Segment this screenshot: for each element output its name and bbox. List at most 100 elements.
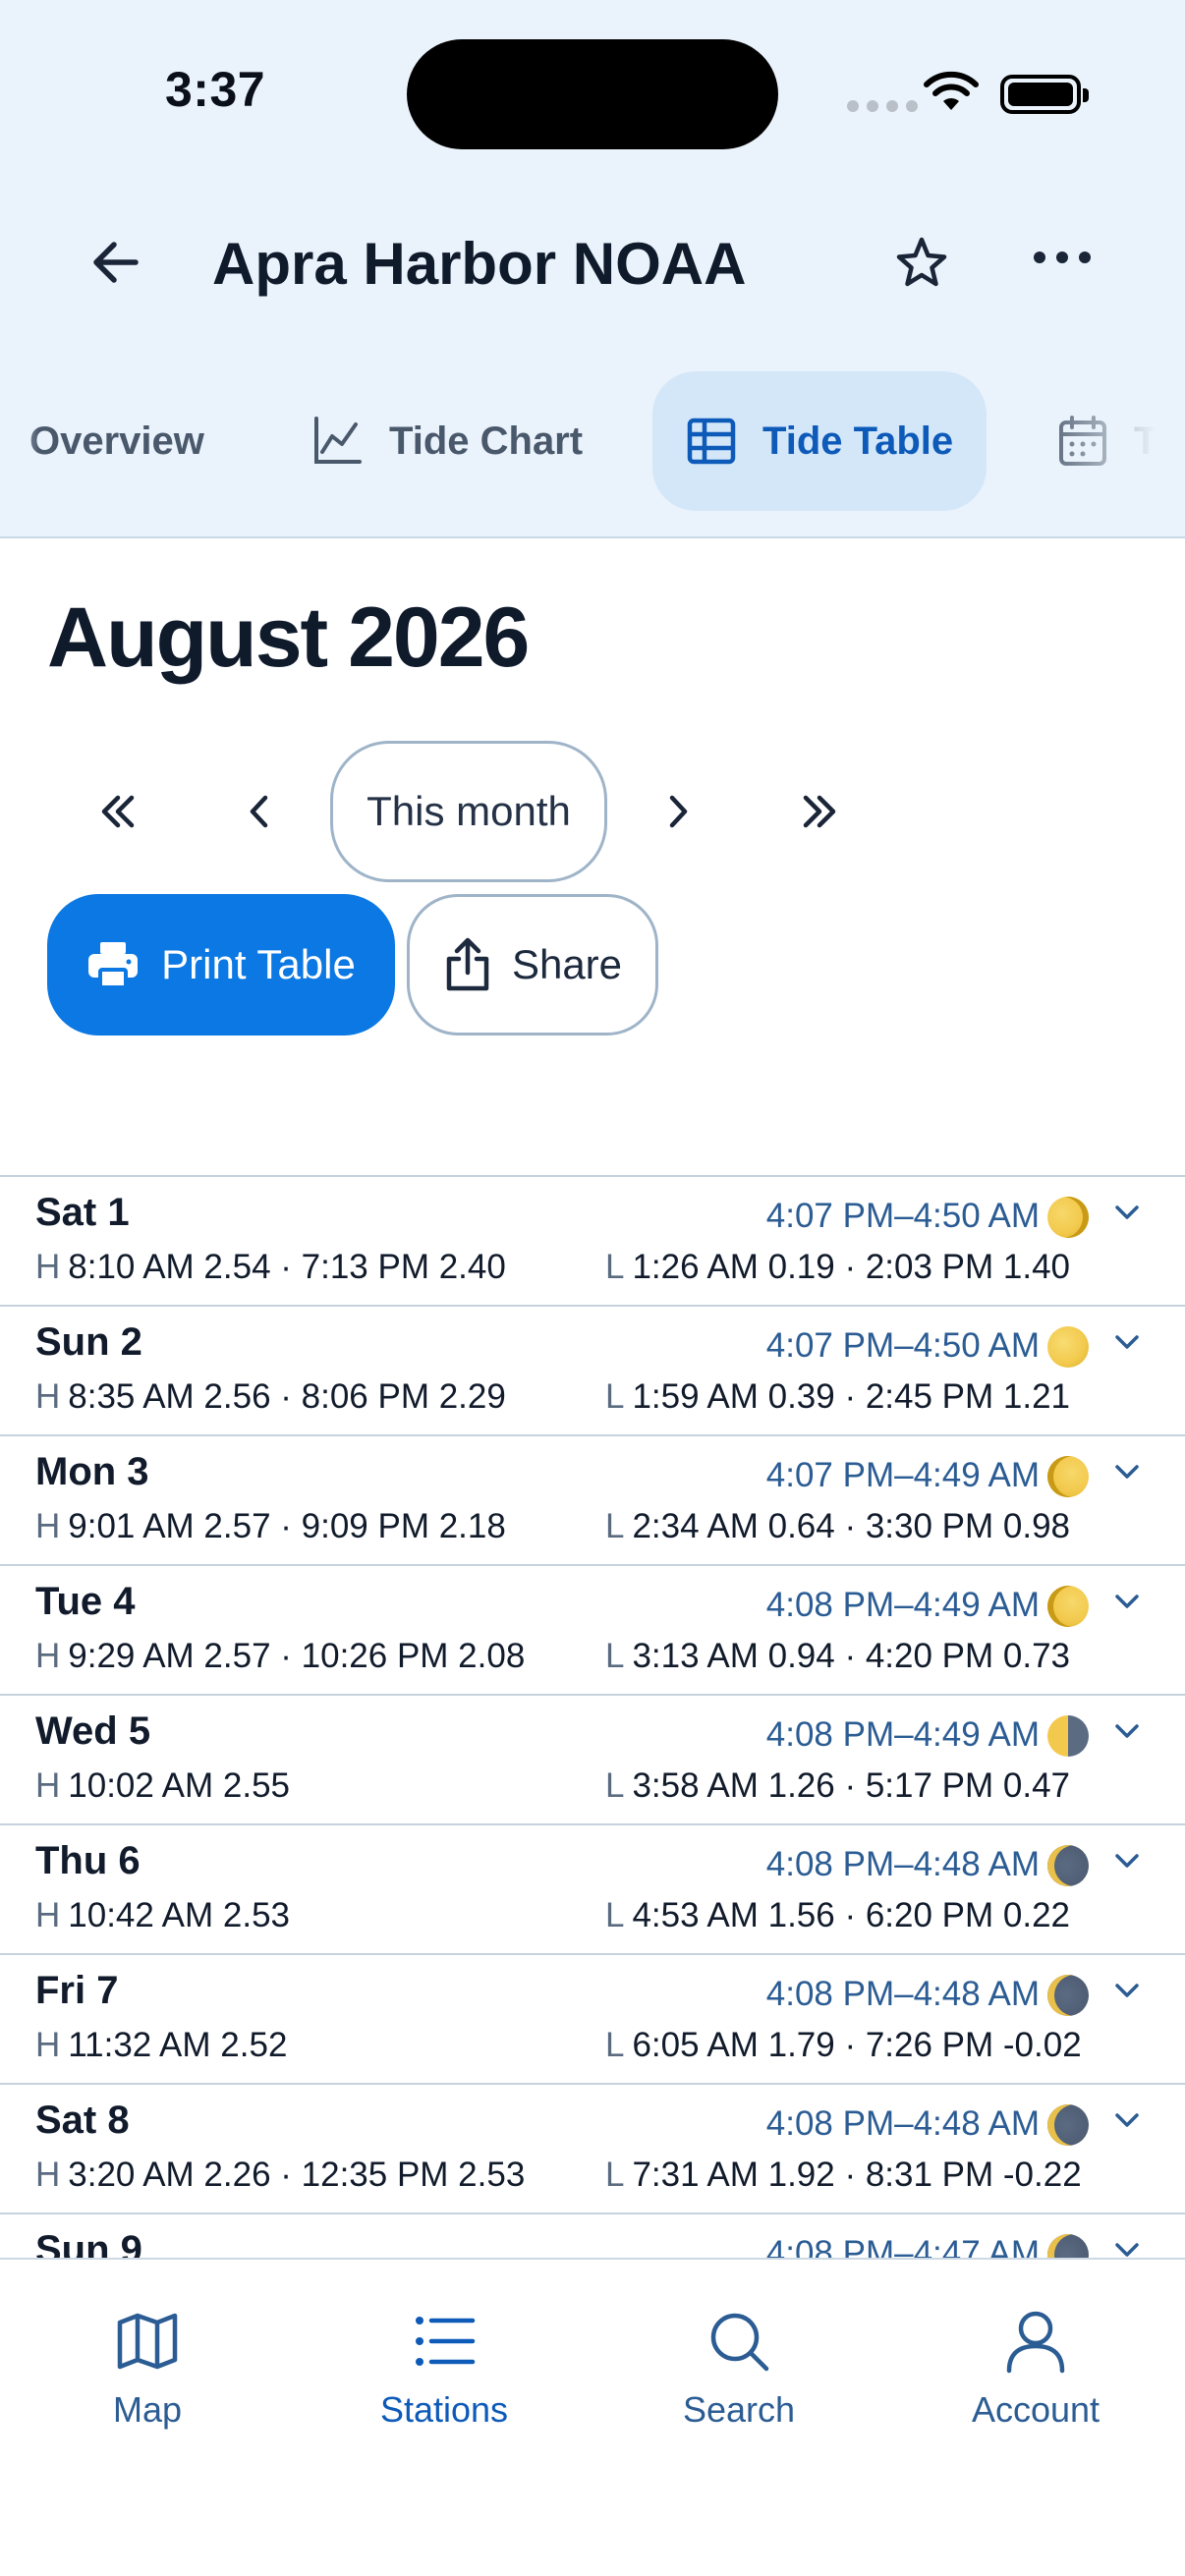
moon-phase-icon <box>1047 1197 1089 1238</box>
high-prefix: H <box>35 1507 61 1545</box>
map-icon <box>117 2313 178 2370</box>
tab-fade-left <box>0 371 39 511</box>
row-sun-times: 4:08 PM–4:48 AM <box>765 1975 1040 2013</box>
row-sun-times: 4:07 PM–4:50 AM <box>765 1326 1040 1365</box>
chevron-down-icon[interactable] <box>1112 1203 1142 1222</box>
print-table-button[interactable]: Print Table <box>47 894 395 1036</box>
low-values: 6:05 AM 1.79 · 7:26 PM -0.02 <box>632 2026 1082 2064</box>
high-values: 8:10 AM 2.54 · 7:13 PM 2.40 <box>68 1248 506 1286</box>
row-low-tides: L 2:34 AM 0.64 · 3:30 PM 0.98 <box>605 1507 1070 1546</box>
chevron-down-icon[interactable] <box>1112 1592 1142 1611</box>
table-row[interactable]: Tue 4 4:08 PM–4:49 AM H 9:29 AM 2.57 · 10:2… <box>0 1566 1185 1696</box>
high-prefix: H <box>35 2026 61 2064</box>
wifi-icon <box>924 71 979 110</box>
moon-phase-icon <box>1047 1975 1089 2016</box>
low-values: 3:13 AM 0.94 · 4:20 PM 0.73 <box>632 1637 1071 1675</box>
table-row[interactable]: Thu 6 4:08 PM–4:48 AM H 10:42 AM 2.53 L 4:53 … <box>0 1825 1185 1955</box>
table-row[interactable]: Mon 3 4:07 PM–4:49 AM H 9:01 AM 2.57 · 9:09… <box>0 1436 1185 1566</box>
nav-search[interactable]: Search <box>621 2309 857 2431</box>
low-prefix: L <box>605 1248 625 1286</box>
low-values: 3:58 AM 1.26 · 5:17 PM 0.47 <box>632 1766 1071 1805</box>
nav-account-label: Account <box>971 2389 1100 2430</box>
high-values: 11:32 AM 2.52 <box>68 2026 288 2064</box>
row-low-tides: L 3:13 AM 0.94 · 4:20 PM 0.73 <box>605 1637 1070 1676</box>
share-label: Share <box>511 941 623 987</box>
row-sun-times: 4:07 PM–4:50 AM <box>765 1197 1040 1235</box>
more-options-icon[interactable] <box>1034 252 1091 263</box>
month-title: August 2026 <box>47 590 530 685</box>
table-row[interactable]: Sun 2 4:07 PM–4:50 AM H 8:35 AM 2.56 · 8:06… <box>0 1307 1185 1436</box>
moon-phase-icon <box>1047 1586 1089 1627</box>
share-button[interactable]: Share <box>407 894 658 1036</box>
row-high-tides: H 10:02 AM 2.55 <box>35 1766 290 1806</box>
row-day: Thu 6 <box>35 1839 141 1882</box>
row-low-tides: L 6:05 AM 1.79 · 7:26 PM -0.02 <box>605 2026 1082 2065</box>
back-arrow-icon[interactable] <box>85 230 149 295</box>
chevron-down-icon[interactable] <box>1112 1851 1142 1871</box>
row-high-tides: H 10:42 AM 2.53 <box>35 1896 290 1935</box>
row-high-tides: H 3:20 AM 2.26 · 12:35 PM 2.53 <box>35 2156 525 2195</box>
low-values: 4:53 AM 1.56 · 6:20 PM 0.22 <box>632 1896 1071 1934</box>
next-month-button[interactable] <box>643 776 713 847</box>
low-values: 2:34 AM 0.64 · 3:30 PM 0.98 <box>632 1507 1071 1545</box>
high-prefix: H <box>35 2156 61 2194</box>
low-values: 1:59 AM 0.39 · 2:45 PM 1.21 <box>632 1377 1071 1416</box>
high-prefix: H <box>35 1896 61 1934</box>
battery-icon <box>1000 75 1089 114</box>
chevron-down-icon[interactable] <box>1112 2110 1142 2130</box>
chevron-down-icon[interactable] <box>1112 1462 1142 1482</box>
moon-phase-icon <box>1047 1456 1089 1497</box>
tab-tide-table[interactable]: Tide Table <box>652 371 988 511</box>
table-row[interactable]: Wed 5 4:08 PM–4:49 AM H 10:02 AM 2.55 L 3:58 … <box>0 1696 1185 1825</box>
low-prefix: L <box>605 1377 625 1416</box>
row-low-tides: L 1:26 AM 0.19 · 2:03 PM 1.40 <box>605 1248 1070 1287</box>
chevron-down-icon[interactable] <box>1112 1981 1142 2000</box>
table-row[interactable]: Sat 8 4:08 PM–4:48 AM H 3:20 AM 2.26 · 12:3… <box>0 2085 1185 2214</box>
row-sun-times: 4:08 PM–4:49 AM <box>765 1586 1040 1624</box>
chevron-right-icon <box>669 795 688 828</box>
star-icon[interactable] <box>890 232 953 295</box>
double-chevron-right-icon <box>803 795 836 828</box>
row-low-tides: L 7:31 AM 1.92 · 8:31 PM -0.22 <box>605 2156 1082 2195</box>
row-day: Mon 3 <box>35 1450 149 1493</box>
low-values: 1:26 AM 0.19 · 2:03 PM 1.40 <box>632 1248 1071 1286</box>
table-row[interactable]: Fri 7 4:08 PM–4:48 AM H 11:32 AM 2.52 L 6:05 … <box>0 1955 1185 2085</box>
this-month-button[interactable]: This month <box>330 741 607 882</box>
row-day: Wed 5 <box>35 1709 151 1753</box>
bottom-navigation: Map Stations Search Account <box>0 2258 1185 2576</box>
chevron-down-icon[interactable] <box>1112 1332 1142 1352</box>
moon-phase-icon <box>1047 1326 1089 1368</box>
previous-year-button[interactable] <box>83 776 153 847</box>
row-high-tides: H 9:01 AM 2.57 · 9:09 PM 2.18 <box>35 1507 506 1546</box>
row-sun-times: 4:07 PM–4:49 AM <box>765 1456 1040 1494</box>
table-row[interactable]: Sat 1 4:07 PM–4:50 AM H 8:10 AM 2.54 · 7:13… <box>0 1177 1185 1307</box>
nav-account[interactable]: Account <box>918 2309 1154 2431</box>
high-prefix: H <box>35 1766 61 1805</box>
signal-icon <box>847 100 918 112</box>
low-prefix: L <box>605 2156 625 2194</box>
previous-month-button[interactable] <box>224 776 295 847</box>
row-day: Sat 8 <box>35 2099 130 2142</box>
next-year-button[interactable] <box>784 776 855 847</box>
print-table-label: Print Table <box>161 941 356 987</box>
nav-map-label: Map <box>112 2389 183 2430</box>
nav-stations[interactable]: Stations <box>326 2309 562 2431</box>
table-row[interactable]: Sun 9 4:08 PM–4:47 AM <box>0 2214 1185 2260</box>
share-icon <box>446 937 489 991</box>
row-sun-times: 4:08 PM–4:49 AM <box>765 1715 1040 1754</box>
moon-phase-icon <box>1047 2234 1089 2260</box>
row-day: Fri 7 <box>35 1969 119 2012</box>
chevron-down-icon[interactable] <box>1112 2240 1142 2260</box>
high-values: 10:42 AM 2.53 <box>68 1896 291 1934</box>
table-icon <box>687 418 736 465</box>
high-prefix: H <box>35 1248 61 1286</box>
nav-map[interactable]: Map <box>29 2309 265 2431</box>
chevron-down-icon[interactable] <box>1112 1721 1142 1741</box>
low-prefix: L <box>605 2026 625 2064</box>
high-prefix: H <box>35 1637 61 1675</box>
app-header: 3:37 Apra Harbor NOAA Overview Tide Char… <box>0 0 1185 538</box>
high-values: 3:20 AM 2.26 · 12:35 PM 2.53 <box>68 2156 526 2194</box>
tab-tide-chart[interactable]: Tide Chart <box>310 371 583 511</box>
account-icon <box>1006 2311 1065 2374</box>
moon-phase-icon <box>1047 1845 1089 1886</box>
